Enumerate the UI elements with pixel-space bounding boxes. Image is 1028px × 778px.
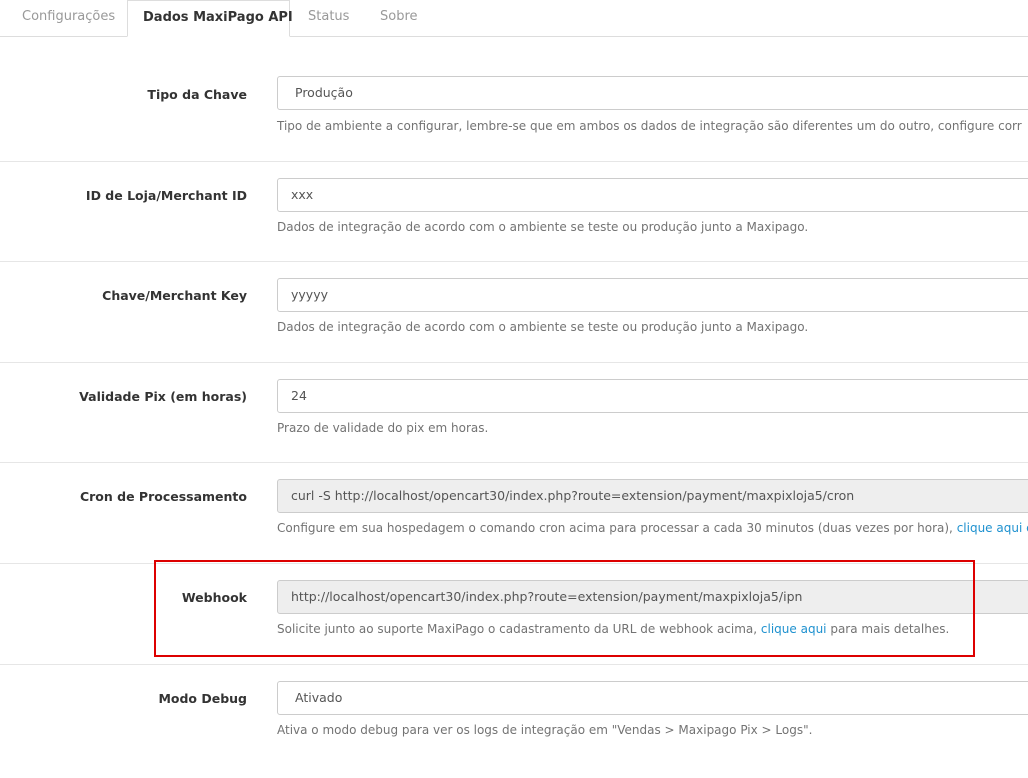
form-row-validade-pix: Validade Pix (em horas) 24 Prazo de vali…: [0, 362, 1028, 463]
modo-debug-help: Ativa o modo debug para ver os logs de i…: [277, 723, 813, 737]
merchant-id-label: ID de Loja/Merchant ID: [85, 188, 247, 203]
cron-label: Cron de Processamento: [79, 489, 247, 504]
tipo-chave-select[interactable]: Produção: [277, 76, 1028, 110]
webhook-help-link[interactable]: clique aqui: [761, 622, 827, 636]
form-row-modo-debug: Modo Debug Ativado Ativa o modo debug pa…: [0, 664, 1028, 778]
form-row-merchant-key: Chave/Merchant Key yyyyy Dados de integr…: [0, 261, 1028, 362]
webhook-help-text: Solicite junto ao suporte MaxiPago o cad…: [277, 622, 761, 636]
tab-dados-maxipago-api[interactable]: Dados MaxiPago API: [127, 0, 293, 37]
tipo-chave-label: Tipo da Chave: [147, 87, 247, 102]
form-row-webhook: Webhook http://localhost/opencart30/inde…: [0, 563, 1028, 664]
tab-status[interactable]: Status: [308, 0, 349, 36]
webhook-url-input[interactable]: http://localhost/opencart30/index.php?ro…: [277, 580, 1028, 614]
validade-pix-input[interactable]: 24: [277, 379, 1028, 413]
cron-help-text: Configure em sua hospedagem o comando cr…: [277, 521, 957, 535]
webhook-label: Webhook: [181, 590, 247, 605]
tab-sobre[interactable]: Sobre: [380, 0, 418, 36]
webhook-help: Solicite junto ao suporte MaxiPago o cad…: [277, 622, 949, 636]
webhook-help-suffix: para mais detalhes.: [826, 622, 950, 636]
form-row-merchant-id: ID de Loja/Merchant ID xxx Dados de inte…: [0, 161, 1028, 262]
merchant-key-help: Dados de integração de acordo com o ambi…: [277, 320, 809, 334]
validade-pix-help: Prazo de validade do pix em horas.: [277, 421, 489, 435]
tipo-chave-help: Tipo de ambiente a configurar, lembre-se…: [277, 119, 1022, 133]
cron-help-link[interactable]: clique aqui e: [957, 521, 1028, 535]
merchant-id-help: Dados de integração de acordo com o ambi…: [277, 220, 809, 234]
merchant-id-input[interactable]: xxx: [277, 178, 1028, 212]
cron-command-input[interactable]: curl -S http://localhost/opencart30/inde…: [277, 479, 1028, 513]
form-row-tipo-chave: Tipo da Chave Produção Tipo de ambiente …: [0, 60, 1028, 160]
validade-pix-label: Validade Pix (em horas): [79, 389, 247, 404]
modo-debug-select[interactable]: Ativado: [277, 681, 1028, 715]
tab-bar: Configurações Dados MaxiPago API Status …: [0, 0, 1028, 37]
tab-configuracoes[interactable]: Configurações: [22, 0, 115, 36]
cron-help: Configure em sua hospedagem o comando cr…: [277, 521, 1028, 535]
settings-page: Configurações Dados MaxiPago API Status …: [0, 0, 1028, 778]
merchant-key-input[interactable]: yyyyy: [277, 278, 1028, 312]
form-row-cron: Cron de Processamento curl -S http://loc…: [0, 462, 1028, 563]
merchant-key-label: Chave/Merchant Key: [102, 288, 247, 303]
modo-debug-label: Modo Debug: [158, 691, 247, 706]
